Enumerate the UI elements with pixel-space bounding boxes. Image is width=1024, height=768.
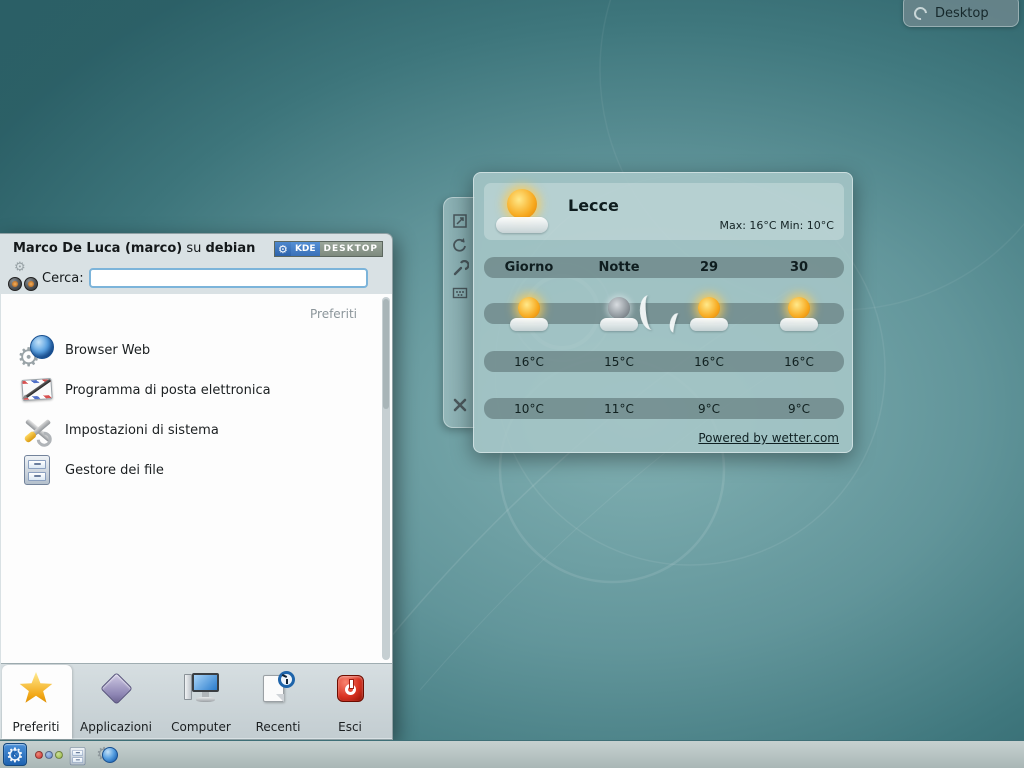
weather-widget[interactable]: Lecce Max: 16°C Min: 10°C Giorno Notte 2…	[473, 172, 853, 453]
activity-dot-blue[interactable]	[45, 751, 53, 759]
desktop-toolbox[interactable]: Desktop	[903, 0, 1019, 27]
tools-icon	[21, 413, 55, 447]
cashew-icon	[911, 4, 929, 22]
sun-cloud-icon	[780, 297, 818, 333]
weather-day-temps: 16°C 15°C 16°C 16°C	[484, 351, 844, 372]
kickoff-menu: Marco De Luca (marco) su debian ⚙ KDE DE…	[0, 233, 393, 740]
sun-cloud-icon	[690, 297, 728, 333]
crescent-moon-icon	[638, 294, 662, 331]
night-temp: 10°C	[484, 402, 574, 416]
close-icon[interactable]	[451, 396, 469, 414]
weather-forecast-icons	[484, 293, 844, 341]
file-cabinet-icon	[21, 453, 55, 487]
favorites-list: ⚙ Browser Web Programma di posta elettro…	[1, 330, 392, 490]
night-temp: 11°C	[574, 402, 664, 416]
browser-globe-icon: ⚙	[21, 333, 55, 367]
star-icon	[18, 670, 54, 708]
day-temp: 16°C	[664, 355, 754, 369]
weather-col-giorno: Giorno	[484, 260, 574, 275]
scrollbar-thumb[interactable]	[383, 299, 389, 409]
wetter-credit-link[interactable]: Powered by wetter.com	[698, 431, 839, 445]
kickoff-content: Preferiti ⚙ Browser Web Programma di pos…	[1, 294, 392, 663]
kickoff-tabbar: Preferiti Applicazioni Computer Recenti	[1, 663, 392, 738]
toolbox-label: Desktop	[935, 6, 989, 21]
kickoff-search-row: ⚙ Cerca:	[0, 263, 392, 294]
search-input[interactable]	[89, 268, 368, 288]
bottom-panel: ⚙ K ⚙ ✂ it ▲ 21:16 >_ ⊘ °C	[0, 740, 1024, 768]
rotate-icon[interactable]	[451, 236, 469, 254]
search-binoculars-icon: ⚙	[8, 264, 38, 292]
crescent-moon-small-icon	[668, 312, 684, 334]
weather-header: Lecce Max: 16°C Min: 10°C	[484, 183, 844, 240]
browser-launcher[interactable]: ⚙	[99, 745, 119, 765]
list-item-email[interactable]: Programma di posta elettronica	[1, 370, 392, 410]
weather-maxmin: Max: 16°C Min: 10°C	[719, 219, 834, 232]
computer-icon	[183, 670, 219, 708]
tab-esci[interactable]: Esci	[310, 664, 390, 739]
day-temp: 16°C	[754, 355, 844, 369]
scrollbar[interactable]	[382, 297, 390, 660]
search-label: Cerca:	[42, 263, 84, 294]
file-manager-launcher[interactable]	[68, 746, 85, 765]
applications-diamond-icon	[98, 670, 134, 708]
list-item-system-settings[interactable]: Impostazioni di sistema	[1, 410, 392, 450]
weather-col-29: 29	[664, 260, 754, 275]
weather-column-headers: Giorno Notte 29 30	[484, 257, 844, 278]
kde-gear-icon: ⚙	[275, 242, 291, 256]
section-label: Preferiti	[310, 307, 357, 321]
kde-desktop-badge: ⚙ KDE DESKTOP	[274, 241, 383, 257]
settings-grid-icon[interactable]	[451, 284, 469, 302]
power-icon	[332, 670, 368, 708]
tab-recenti[interactable]: Recenti	[238, 664, 318, 739]
activity-dot-red[interactable]	[35, 751, 43, 759]
weather-col-notte: Notte	[574, 260, 664, 275]
sun-cloud-icon	[510, 297, 548, 333]
day-temp: 15°C	[574, 355, 664, 369]
weather-night-temps: 10°C 11°C 9°C 9°C	[484, 398, 844, 419]
day-temp: 16°C	[484, 355, 574, 369]
moon-cloud-icon	[600, 297, 638, 333]
mail-icon	[21, 373, 55, 407]
recent-documents-icon	[260, 670, 296, 708]
weather-col-30: 30	[754, 260, 844, 275]
configure-wrench-icon[interactable]	[451, 260, 469, 278]
list-item-file-manager[interactable]: Gestore dei file	[1, 450, 392, 490]
kde-k-letter: K	[12, 750, 19, 760]
list-item-browser-web[interactable]: ⚙ Browser Web	[1, 330, 392, 370]
tab-preferiti[interactable]: Preferiti	[0, 664, 76, 739]
resize-icon[interactable]	[451, 212, 469, 230]
activity-dot-green[interactable]	[55, 751, 63, 759]
tab-applicazioni[interactable]: Applicazioni	[76, 664, 156, 739]
applet-handle[interactable]	[443, 197, 475, 428]
tab-computer[interactable]: Computer	[161, 664, 241, 739]
desktop: Desktop Lecce Max: 16°C Min: 10°C	[0, 0, 1024, 768]
night-temp: 9°C	[754, 402, 844, 416]
weather-current-icon	[496, 189, 548, 235]
weather-city: Lecce	[568, 196, 619, 215]
kde-menu-button[interactable]: ⚙ K	[3, 743, 27, 766]
night-temp: 9°C	[664, 402, 754, 416]
